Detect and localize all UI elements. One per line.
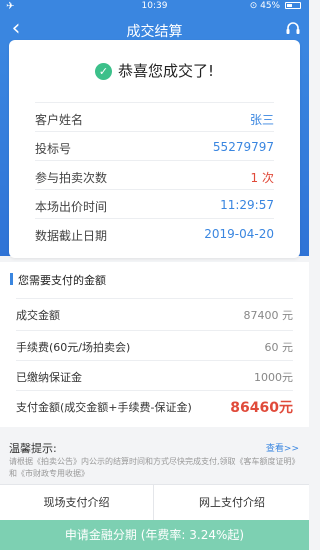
row-label: 本场出价时间 — [35, 200, 108, 214]
summary-row-bid-number: 投标号 55279797 — [35, 131, 274, 160]
headset-icon[interactable] — [285, 21, 301, 37]
location-icon: ⊙ — [249, 1, 258, 11]
payment-row-fee: 手续费(60元/场拍卖会) 60 元 — [16, 330, 293, 358]
row-label: 支付金额(成交金额+手续费-保证金) — [16, 401, 192, 414]
summary-row-data-date: 数据截止日期 2019-04-20 — [35, 218, 274, 247]
summary-row-customer-name: 客户姓名 张三 — [35, 102, 274, 131]
finance-installment-button[interactable]: 申请金融分期 (年费率: 3.24%起) — [0, 520, 309, 550]
row-label: 手续费(60元/场拍卖会) — [16, 341, 131, 354]
row-label: 投标号 — [35, 142, 72, 156]
payment-section: 您需要支付的金额 成交金额 87400 元 手续费(60元/场拍卖会) 60 元… — [0, 262, 309, 427]
payment-heading: 您需要支付的金额 — [10, 272, 106, 288]
tips-title: 温馨提示: — [9, 442, 57, 455]
payment-row-total: 支付金额(成交金额+手续费-保证金) 86460元 — [16, 390, 293, 418]
row-value: 1 次 — [250, 171, 274, 185]
tips-section: 温馨提示: 查看>> 请根据《拍卖公告》内公示的结算时间和方式尽快完成支付,领取… — [0, 432, 309, 484]
summary-row-auction-count: 参与拍卖次数 1 次 — [35, 160, 274, 189]
row-value: 87400 元 — [243, 309, 294, 322]
online-payment-button[interactable]: 网上支付介绍 — [155, 485, 309, 521]
row-value: 2019-04-20 — [204, 227, 274, 241]
payment-row-deal-amount: 成交金额 87400 元 — [16, 298, 293, 326]
summary-row-bid-time: 本场出价时间 11:29:57 — [35, 189, 274, 218]
congrats-text: 恭喜您成交了! — [117, 62, 214, 80]
row-label: 成交金额 — [16, 309, 60, 322]
payment-row-deposit: 已缴纳保证金 1000元 — [16, 360, 293, 388]
payment-guide-buttons: 现场支付介绍 网上支付介绍 — [0, 484, 309, 521]
battery-icon — [285, 2, 301, 9]
row-label: 已缴纳保证金 — [16, 371, 82, 384]
row-value: 60 元 — [264, 341, 294, 354]
congrats-message: ✓ 恭喜您成交了! — [9, 60, 300, 81]
row-label: 客户姓名 — [35, 113, 84, 127]
onsite-payment-button[interactable]: 现场支付介绍 — [0, 485, 154, 521]
row-label: 参与拍卖次数 — [35, 171, 108, 185]
row-value: 1000元 — [254, 371, 293, 384]
check-icon: ✓ — [94, 63, 112, 80]
row-label: 数据截止日期 — [35, 229, 108, 243]
deal-summary-card: ✓ 恭喜您成交了! 客户姓名 张三 投标号 55279797 参与拍卖次数 1 次… — [9, 40, 300, 258]
total-amount: 86460元 — [230, 400, 293, 416]
battery-percent: 45% — [260, 1, 281, 11]
tips-text: 请根据《拍卖公告》内公示的结算时间和方式尽快完成支付,领取《客车额度证明》和《市… — [9, 457, 300, 478]
row-value: 55279797 — [212, 140, 274, 154]
view-more-link[interactable]: 查看>> — [266, 441, 299, 454]
status-bar: ✈ 10:39 ⊙ 45% — [0, 0, 309, 14]
status-right: ⊙ 45% — [250, 1, 301, 11]
row-value: 张三 — [249, 113, 274, 127]
page-title: 成交结算 — [126, 24, 183, 40]
row-value: 11:29:57 — [220, 198, 274, 212]
